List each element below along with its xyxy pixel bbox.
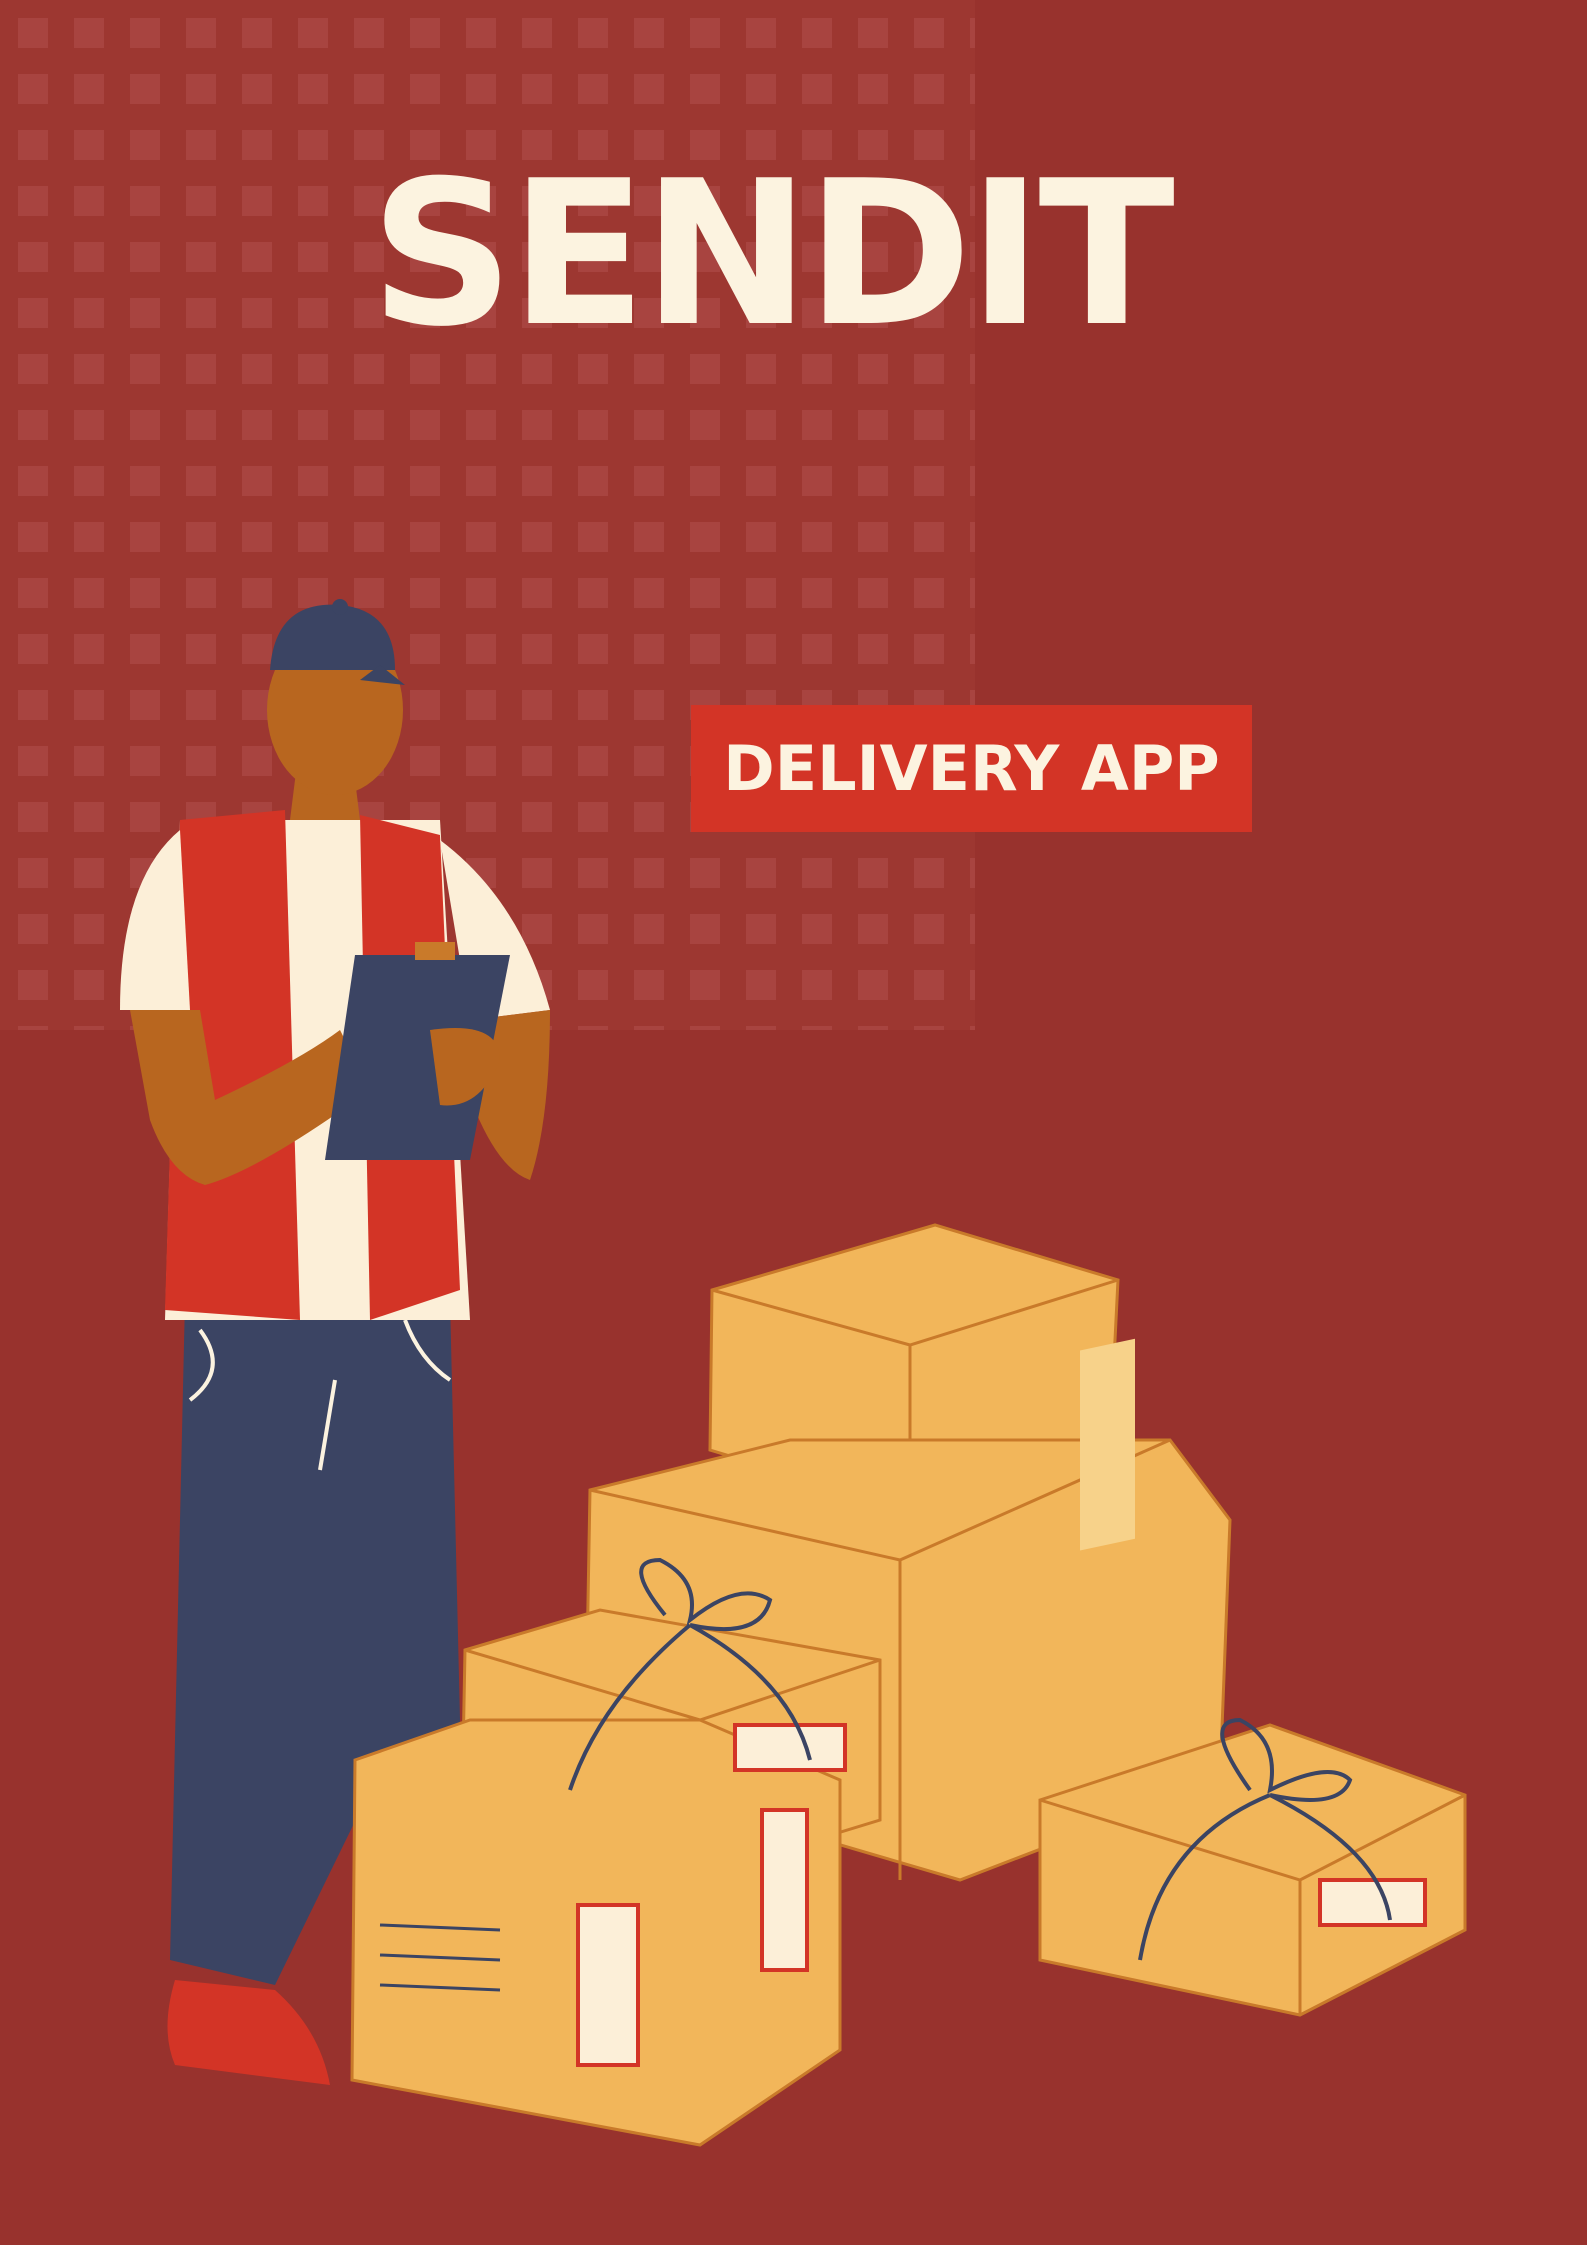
courier-cap	[270, 604, 395, 670]
fragile-label-icon	[760, 1808, 809, 1972]
courier-shoe	[167, 1980, 330, 2085]
fragile-label-icon	[733, 1723, 847, 1772]
courier-illustration	[120, 599, 1467, 2147]
fragile-label-icon	[576, 1903, 640, 2067]
parcel-stack	[350, 1223, 1467, 2147]
fragile-label-icon	[1318, 1878, 1427, 1927]
poster: SENDIT DELIVERY APP	[0, 0, 1587, 2245]
